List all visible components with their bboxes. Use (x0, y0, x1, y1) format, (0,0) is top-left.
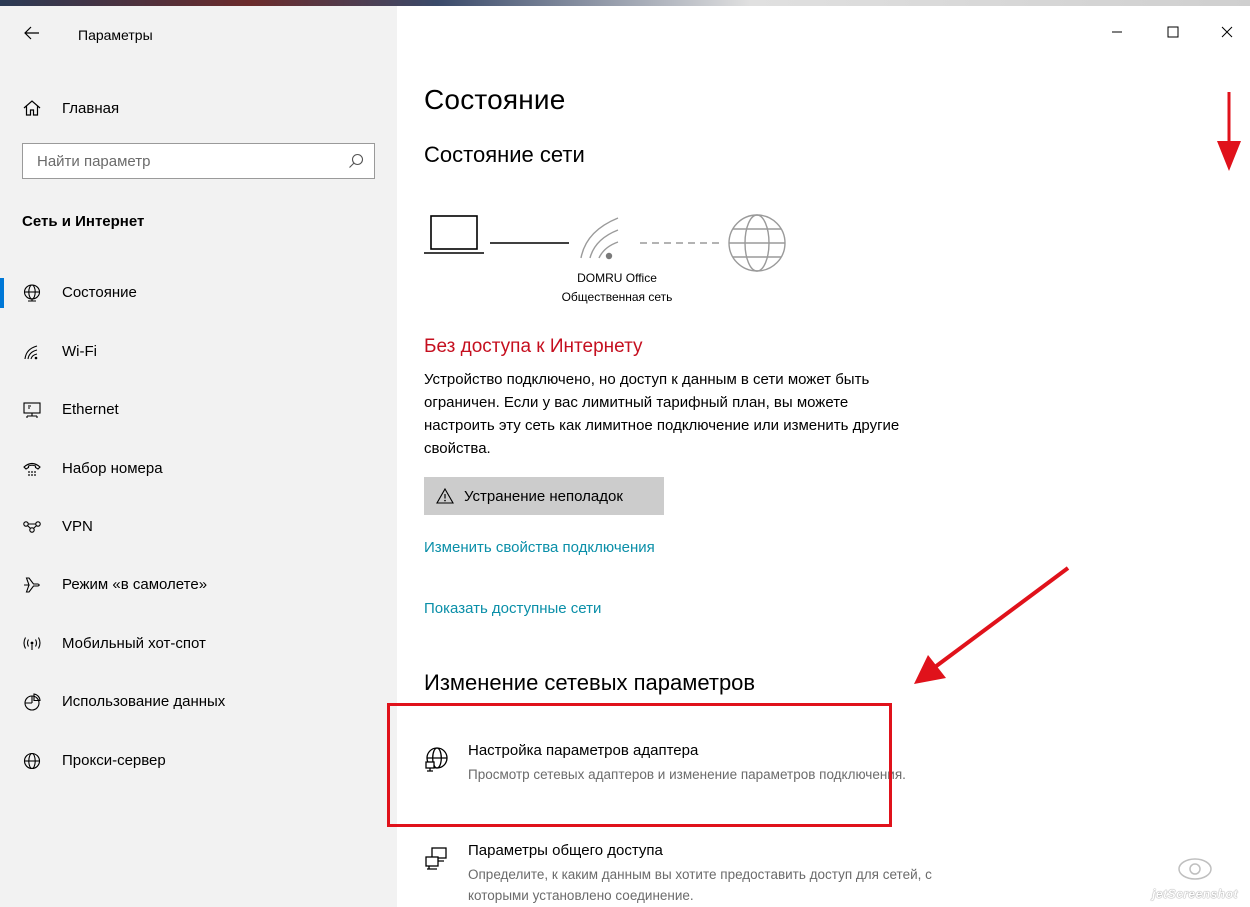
ethernet-icon (23, 402, 41, 418)
sidebar-item-label: Wi-Fi (62, 343, 97, 360)
sidebar-item-label: Прокси-сервер (62, 752, 166, 769)
sidebar-item-proxy[interactable]: Прокси-сервер (0, 738, 397, 784)
wifi-icon (24, 345, 38, 360)
search-input[interactable] (23, 144, 333, 178)
network-type: Общественная сеть (561, 290, 673, 304)
search-box[interactable] (22, 143, 375, 179)
sharing-icon (425, 847, 447, 870)
sidebar-item-dialup[interactable]: Набор номера (0, 446, 397, 492)
watermark-logo-icon (1178, 858, 1212, 880)
proxy-globe-icon (23, 752, 41, 770)
sidebar-item-label: VPN (62, 518, 93, 535)
troubleshoot-button[interactable]: Устранение неполадок (424, 477, 664, 515)
sidebar-item-label: Главная (62, 100, 120, 117)
page-title: Состояние (424, 84, 566, 115)
sidebar-item-wifi[interactable]: Wi-Fi (0, 329, 397, 375)
sidebar-item-hotspot[interactable]: Мобильный хот-спот (0, 621, 397, 667)
connection-status-description: Устройство подключено, но доступ к данны… (424, 371, 900, 457)
dialup-icon (23, 462, 41, 476)
sidebar-item-airplane[interactable]: Режим «в самолете» (0, 562, 397, 608)
change-network-settings-title: Изменение сетевых параметров (424, 670, 756, 695)
watermark-text: jetScreenshot (1152, 887, 1238, 901)
warning-icon (436, 487, 454, 504)
sidebar: Параметры Главная Сеть и Интернет Состоя… (0, 6, 397, 907)
status-globe-icon (23, 284, 41, 302)
sidebar-item-home[interactable]: Главная (0, 86, 397, 130)
show-available-networks-link[interactable]: Показать доступные сети (424, 600, 601, 617)
annotation-highlight-box (387, 703, 892, 827)
home-icon (23, 100, 41, 116)
change-connection-properties-link[interactable]: Изменить свойства подключения (424, 539, 655, 556)
sidebar-section-title: Сеть и Интернет (22, 213, 145, 230)
sidebar-item-label: Использование данных (62, 693, 226, 710)
network-name: DOMRU Office (577, 271, 657, 285)
sharing-options-option[interactable]: Параметры общего доступа Определите, к к… (424, 842, 944, 907)
sidebar-item-label: Мобильный хот-спот (62, 635, 206, 652)
sidebar-item-data-usage[interactable]: Использование данных (0, 679, 397, 725)
connection-status-heading: Без доступа к Интернету (424, 336, 643, 357)
network-diagram (424, 214, 786, 272)
sidebar-item-label: Состояние (62, 284, 137, 301)
internet-globe-icon (728, 214, 786, 272)
vpn-icon (23, 521, 41, 533)
back-button[interactable] (14, 18, 50, 48)
back-arrow-icon (24, 26, 39, 40)
troubleshoot-label: Устранение неполадок (464, 487, 623, 505)
sidebar-item-ethernet[interactable]: Ethernet (0, 387, 397, 433)
data-usage-icon (24, 693, 41, 711)
sidebar-item-status[interactable]: Состояние (0, 270, 397, 316)
watermark: jetScreenshot (1150, 856, 1240, 901)
sidebar-item-label: Набор номера (62, 460, 163, 477)
sidebar-item-vpn[interactable]: VPN (0, 504, 397, 550)
sharing-options-title: Параметры общего доступа (468, 842, 663, 859)
wifi-signal-icon (580, 217, 619, 260)
network-status-title: Состояние сети (424, 142, 585, 167)
sidebar-item-label: Режим «в самолете» (62, 576, 208, 593)
search-icon[interactable] (348, 153, 364, 169)
window-title: Параметры (78, 27, 153, 43)
sharing-options-description: Определите, к каким данным вы хотите пре… (468, 867, 932, 903)
airplane-icon (24, 577, 40, 593)
hotspot-icon (23, 637, 41, 650)
sidebar-item-label: Ethernet (62, 401, 119, 418)
laptop-icon (424, 215, 484, 254)
